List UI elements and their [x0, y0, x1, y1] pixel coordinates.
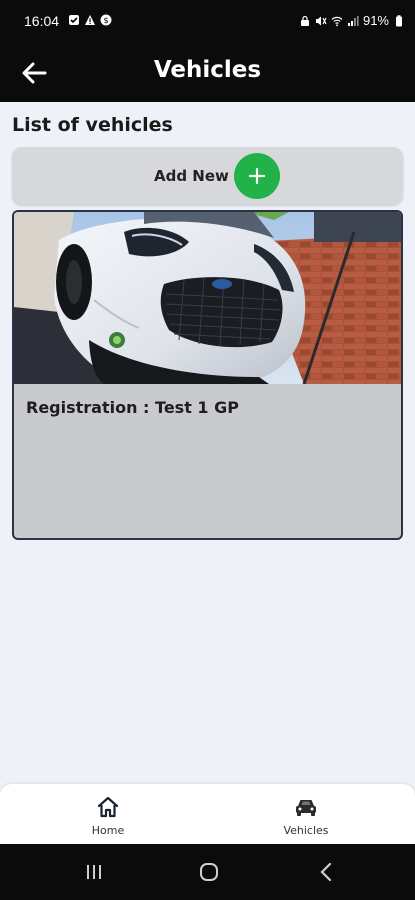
nav-label-home: Home — [91, 824, 125, 837]
status-right-icons: 91% — [299, 13, 405, 28]
bottom-navigation: Home Vehicles — [0, 784, 415, 844]
status-bar: 16:04 $ 91% — [0, 0, 415, 44]
battery-percent: 91% — [362, 13, 389, 28]
chevron-left-icon — [320, 862, 332, 882]
main-content: List of vehicles Add New Registration: … — [0, 102, 415, 784]
svg-text:$: $ — [103, 16, 108, 25]
recent-apps-button[interactable] — [79, 861, 109, 883]
car-icon — [296, 800, 316, 816]
dollar-circle-icon: $ — [100, 14, 112, 26]
add-new-plus-button[interactable] — [234, 153, 280, 199]
wifi-icon — [331, 16, 343, 26]
system-navigation-bar — [0, 844, 415, 900]
vehicle-registration: Registration : Test 1 GP — [26, 398, 239, 417]
signal-icon — [347, 15, 359, 26]
system-home-button[interactable] — [194, 861, 224, 883]
add-new-label: Add New — [154, 167, 229, 185]
vehicle-photo — [14, 212, 401, 384]
system-back-button[interactable] — [311, 861, 341, 883]
circle-home-icon — [200, 863, 218, 881]
checkbox-notification-icon — [69, 15, 79, 25]
nav-item-vehicles[interactable]: Vehicles — [256, 796, 356, 837]
page-title: Vehicles — [153, 57, 262, 83]
nav-item-home[interactable]: Home — [58, 796, 158, 837]
status-notification-icons: $ — [68, 14, 112, 26]
home-icon — [97, 796, 119, 818]
add-new-button[interactable]: Add New — [12, 147, 403, 205]
vehicle-card[interactable]: Registration : Test 1 GP — [12, 210, 403, 540]
mute-icon — [315, 16, 327, 25]
status-time: 16:04 — [24, 13, 60, 29]
recent-apps-icon — [87, 865, 101, 879]
battery-icon — [396, 14, 402, 26]
plus-icon — [248, 167, 266, 185]
list-heading: List of vehicles — [12, 114, 173, 136]
nav-label-vehicles: Vehicles — [283, 824, 329, 837]
lock-icon — [300, 15, 309, 26]
warning-icon — [85, 15, 95, 25]
app-bar: Vehicles — [0, 44, 415, 102]
